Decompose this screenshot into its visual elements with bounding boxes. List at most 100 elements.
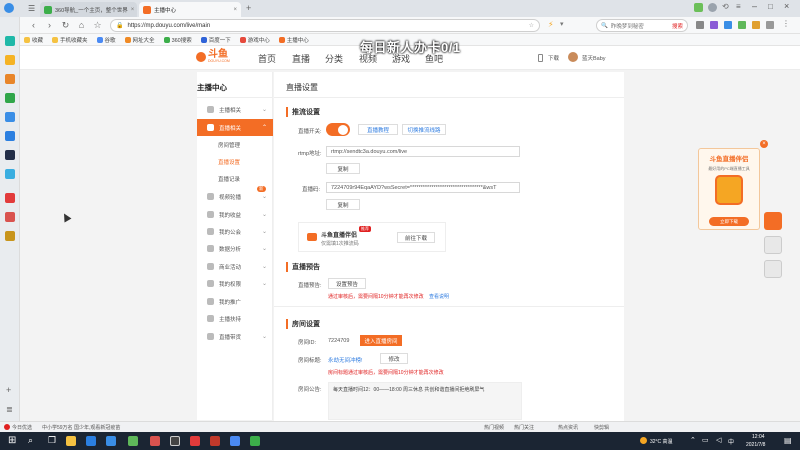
fullscreen-icon[interactable] xyxy=(764,260,782,278)
bookmark-item[interactable]: 谷歌 xyxy=(96,36,116,44)
menu-icon[interactable]: ☰ xyxy=(28,4,35,13)
taskbar-app-icon[interactable] xyxy=(250,436,260,446)
extension-icon[interactable] xyxy=(724,21,732,29)
lightning-icon[interactable]: ⚡ xyxy=(548,20,554,29)
extension-icon[interactable] xyxy=(752,21,760,29)
copy-rtmp-button[interactable]: 复制 xyxy=(326,163,360,174)
news-ticker[interactable]: 中小学59万名 国少年,观看新冠疫苗 xyxy=(42,424,120,431)
live-toggle[interactable] xyxy=(326,123,350,136)
sidebar-app-icon[interactable] xyxy=(5,193,15,203)
taskbar-app-icon[interactable] xyxy=(210,436,220,446)
bookmark-item[interactable]: 主播中心 xyxy=(278,36,309,44)
taskbar-app-icon[interactable] xyxy=(190,436,200,446)
new-tab-icon[interactable]: + xyxy=(246,3,251,13)
bookmark-item[interactable]: 手机收藏夹 xyxy=(52,36,88,44)
tab-anchor-center[interactable]: 主播中心 × xyxy=(139,2,241,17)
search-engine-label[interactable]: 搜索 xyxy=(672,22,683,30)
sidebar-item-live-settings[interactable]: 直播设置 xyxy=(197,153,273,170)
settings-list-icon[interactable]: ≣ xyxy=(6,405,13,414)
sidebar-item-anchor-related[interactable]: 主播相关 ⌄ xyxy=(197,101,273,118)
sidebar-item-permissions[interactable]: 我的权限 ⌄ xyxy=(197,275,273,292)
volume-icon[interactable]: ◁ xyxy=(716,436,721,444)
bookmark-item[interactable]: 游戏中心 xyxy=(239,36,270,44)
bookmark-item[interactable]: 百度一下 xyxy=(200,36,231,44)
sidebar-app-icon[interactable] xyxy=(5,131,15,141)
nav-category[interactable]: 分类 xyxy=(325,52,343,65)
sidebar-item-earnings[interactable]: 我的收益 ⌄ xyxy=(197,206,273,223)
task-view-icon[interactable]: ❐ xyxy=(48,435,56,446)
sidebar-item-live-related[interactable]: 直播相关 ⌃ xyxy=(197,119,273,136)
sidebar-item-business[interactable]: 商业活动 ⌄ xyxy=(197,258,273,275)
notification-icon[interactable]: ▤ xyxy=(784,436,792,445)
weather-text[interactable]: 32°C 高温 xyxy=(650,438,673,445)
room-notice-textarea[interactable]: 每天直播时间12：00——18:00 周三休息 共创和谐直播间拒绝刷屏气 xyxy=(328,382,522,420)
username[interactable]: 蓝天Baby xyxy=(582,54,606,62)
taskbar-app-icon[interactable] xyxy=(170,436,180,446)
hot-news[interactable]: 热点资讯 xyxy=(558,424,578,431)
tutorial-link[interactable]: 直播教程 xyxy=(358,124,398,135)
sidebar-app-icon[interactable] xyxy=(5,231,15,241)
download-icon[interactable] xyxy=(538,54,543,62)
maximize-icon[interactable]: □ xyxy=(768,2,773,11)
back-icon[interactable]: ‹ xyxy=(28,20,39,31)
extension-icon[interactable] xyxy=(710,21,718,29)
tab-360-nav[interactable]: 360导航_一个主页，整个世界 × xyxy=(40,2,137,17)
input-language[interactable]: 中 xyxy=(728,437,734,446)
avatar[interactable] xyxy=(568,52,578,62)
more-icon[interactable]: ⋮ xyxy=(782,19,790,28)
enter-room-button[interactable]: 进入直播房间 xyxy=(360,335,402,346)
close-icon[interactable]: × xyxy=(233,7,237,13)
nav-home[interactable]: 首页 xyxy=(258,52,276,65)
extension-icon[interactable] xyxy=(738,21,746,29)
window-close-icon[interactable]: × xyxy=(784,1,789,11)
reload-icon[interactable]: ↻ xyxy=(60,20,71,31)
douyu-logo[interactable]: 斗鱼 DOUYU.COM xyxy=(196,50,230,64)
bookmark-item[interactable]: 360搜索 xyxy=(163,36,192,44)
close-icon[interactable]: × xyxy=(131,7,135,13)
star-icon[interactable]: ☆ xyxy=(92,20,103,31)
windows-start-icon[interactable]: ⊞ xyxy=(8,435,16,446)
bookmark-item[interactable]: 网址大全 xyxy=(124,36,155,44)
network-icon[interactable]: ▭ xyxy=(702,436,709,444)
sidebar-app-icon[interactable] xyxy=(5,150,15,160)
search-box[interactable]: 🔍 昨晚梦到秘密 搜索 xyxy=(596,19,688,32)
sidebar-item-data-analysis[interactable]: 数据分析 ⌄ xyxy=(197,240,273,257)
restore-tabs-icon[interactable]: ⟲ xyxy=(722,2,729,11)
sidebar-app-icon[interactable] xyxy=(5,112,15,122)
menu-more-icon[interactable]: ≡ xyxy=(736,2,741,11)
taskbar-app-icon[interactable] xyxy=(230,436,240,446)
address-bar[interactable]: 🔒 https://mp.douyu.com/live/main ☆ xyxy=(110,19,540,32)
sidebar-app-icon[interactable] xyxy=(5,169,15,179)
edit-room-name-button[interactable]: 修改 xyxy=(380,353,408,364)
sidebar-app-icon[interactable] xyxy=(5,55,15,65)
sidebar-app-icon[interactable] xyxy=(5,212,15,222)
sidebar-item-promotion[interactable]: 我的推广 xyxy=(197,293,273,310)
hot-follow[interactable]: 热门关注 xyxy=(514,424,534,431)
play-icon[interactable] xyxy=(764,212,782,230)
search-icon[interactable]: ⌕ xyxy=(28,435,33,446)
sidebar-item-live-records[interactable]: 直播记录 xyxy=(197,170,273,187)
sidebar-item-live-commerce[interactable]: 直播带货 ⌄ xyxy=(197,328,273,345)
forward-icon[interactable]: › xyxy=(44,20,55,31)
sidebar-item-guild[interactable]: 我的公会 ⌄ xyxy=(197,223,273,240)
clock-date[interactable]: 2021/7/8 xyxy=(746,442,765,448)
taskbar-app-icon[interactable] xyxy=(66,436,76,446)
nav-live[interactable]: 直播 xyxy=(292,52,310,65)
dropdown-icon[interactable]: ▾ xyxy=(560,20,564,28)
sidebar-item-room-manage[interactable]: 房间管理 xyxy=(197,136,273,153)
hot-videos[interactable]: 热门视频 xyxy=(484,424,504,431)
switch-line-link[interactable]: 切换推流线路 xyxy=(402,124,446,135)
taskbar-app-icon[interactable] xyxy=(86,436,96,446)
skin-icon[interactable] xyxy=(694,3,703,12)
ad-close-icon[interactable]: × xyxy=(760,140,768,148)
daily-pick-label[interactable]: 今日优选 xyxy=(12,424,32,431)
stream-code-field[interactable]: 7224709r94EqaAYD?wsSecret=**************… xyxy=(326,182,520,193)
clock-time[interactable]: 12:04 xyxy=(752,434,765,440)
minimize-icon[interactable]: – xyxy=(752,1,757,11)
sidebar-app-icon[interactable] xyxy=(5,36,15,46)
extension-icon[interactable] xyxy=(766,21,774,29)
extension-icon[interactable] xyxy=(696,21,704,29)
quick-edit[interactable]: 快剪辑 xyxy=(594,424,609,431)
set-preview-button[interactable]: 设置预告 xyxy=(328,278,366,289)
sidebar-item-support[interactable]: 主播扶持 xyxy=(197,310,273,327)
